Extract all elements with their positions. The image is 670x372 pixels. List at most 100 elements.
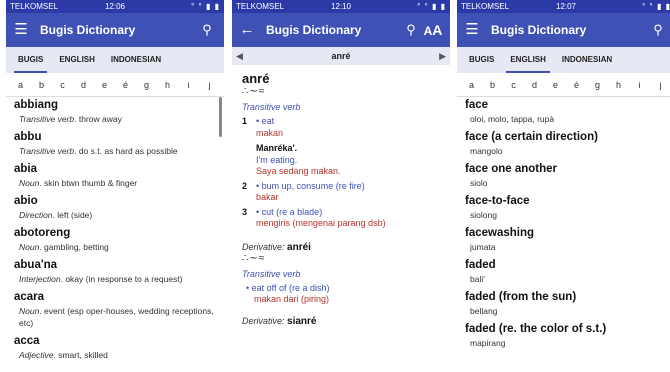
- entry-word: faded (re. the color of s.t.): [465, 323, 607, 335]
- letter-b[interactable]: b: [31, 80, 52, 90]
- entry-pos: Interjection: [19, 274, 61, 284]
- sense-indonesian: makan: [256, 127, 284, 138]
- entry-translation: mangolo: [470, 146, 503, 156]
- menu-icon[interactable]: ☰: [463, 13, 481, 47]
- letter-e-acute[interactable]: é: [566, 80, 587, 90]
- search-icon[interactable]: ⚲: [647, 13, 669, 47]
- example-bugis: Manréka'.: [256, 143, 298, 153]
- letter-g[interactable]: g: [587, 80, 608, 90]
- scrollbar[interactable]: [219, 97, 222, 137]
- entry-pos: Adjective: [19, 350, 54, 360]
- tab-english[interactable]: ENGLISH: [51, 47, 103, 73]
- next-entry-icon[interactable]: ▶: [439, 51, 446, 62]
- letter-e-acute[interactable]: é: [115, 80, 136, 90]
- letter-c[interactable]: c: [52, 80, 73, 90]
- sense-1: 1 eat makan: [242, 116, 440, 139]
- app-bar: ☰ Bugis Dictionary ⚲: [457, 13, 670, 47]
- list-item[interactable]: acara Noun. event (esp oper-houses, wedd…: [14, 290, 216, 333]
- language-tabs: BUGIS ENGLISH INDONESIAN: [457, 47, 670, 73]
- entry-word: abua'na: [14, 259, 57, 271]
- list-item[interactable]: acca Adjective. smart, skilled: [14, 334, 216, 365]
- previous-entry-icon[interactable]: ◀: [236, 51, 243, 62]
- list-item[interactable]: face (a certain direction) mangolo: [465, 130, 667, 161]
- tab-bugis[interactable]: BUGIS: [10, 47, 51, 73]
- search-icon[interactable]: ⚲: [400, 13, 422, 47]
- list-item[interactable]: faded (re. the color of s.t.) mapirang: [465, 322, 667, 353]
- entry-definition: Transitive verb. throw away: [14, 113, 216, 129]
- tab-english[interactable]: ENGLISH: [502, 47, 554, 73]
- letter-b[interactable]: b: [482, 80, 503, 90]
- letter-j[interactable]: j: [199, 80, 220, 90]
- letter-d[interactable]: d: [524, 80, 545, 90]
- entry-word: face-to-face: [465, 195, 530, 207]
- tab-bugis[interactable]: BUGIS: [461, 47, 502, 73]
- letter-c[interactable]: c: [503, 80, 524, 90]
- lontara-script: ∴∼≈: [242, 86, 266, 97]
- derivative-label: Derivative:: [242, 241, 285, 252]
- list-item[interactable]: face one another siolo: [465, 162, 667, 193]
- list-item[interactable]: abotoreng Noun. gambling, betting: [14, 226, 216, 257]
- derivative-word[interactable]: anréi: [287, 242, 311, 253]
- list-item[interactable]: abua'na Interjection. okay (in response …: [14, 258, 216, 289]
- sense-number: 1: [242, 116, 248, 126]
- alphabet-bar: a b c d e é g h i j: [457, 73, 670, 97]
- letter-i[interactable]: i: [178, 80, 199, 90]
- entry-gloss: . gambling, betting: [39, 242, 109, 252]
- entry-word: acara: [14, 291, 45, 303]
- status-bar: TELKOMSEL 12:06 ° ° ▮ ▮: [6, 0, 224, 13]
- search-icon[interactable]: ⚲: [196, 13, 218, 47]
- list-item[interactable]: face-to-face siolong: [465, 194, 667, 225]
- list-item[interactable]: faded bali': [465, 258, 667, 289]
- list-item[interactable]: abia Noun. skin btwn thumb & finger: [14, 162, 216, 193]
- letter-a[interactable]: a: [461, 80, 482, 90]
- letter-h[interactable]: h: [608, 80, 629, 90]
- entry-pos: Noun: [19, 242, 40, 252]
- letter-e[interactable]: e: [545, 80, 566, 90]
- list-item[interactable]: abbiang Transitive verb. throw away: [14, 98, 216, 129]
- entry-translation: oloi, molo, tappa, rupà: [470, 114, 555, 124]
- entry-definition: Interjection. okay (in response to a req…: [14, 273, 216, 289]
- list-item[interactable]: abio Direction. left (side): [14, 194, 216, 225]
- list-item[interactable]: faded (from the sun) bellang: [465, 290, 667, 321]
- example: Manréka'. I'm eating. Saya sedang makan.: [256, 143, 440, 178]
- font-size-icon[interactable]: AA: [422, 13, 444, 48]
- letter-i[interactable]: i: [629, 80, 650, 90]
- letter-h[interactable]: h: [157, 80, 178, 90]
- entry-gloss: . okay (in response to a request): [60, 274, 183, 284]
- app-bar: ☰ Bugis Dictionary ⚲: [6, 13, 224, 47]
- entry-word: faded (from the sun): [465, 291, 577, 303]
- entry-word: abbu: [14, 131, 42, 143]
- derivative-word[interactable]: sianré: [287, 316, 316, 327]
- entry-translation: bellang: [470, 306, 498, 316]
- entry-gloss: . throw away: [74, 114, 122, 124]
- entry-word: face one another: [465, 163, 558, 175]
- entry-word: abio: [14, 195, 38, 207]
- letter-j[interactable]: j: [650, 80, 670, 90]
- entry-translation: jumata: [470, 242, 496, 252]
- entry-list: face oloi, molo, tappa, rupà face (a cer…: [457, 98, 670, 353]
- letter-g[interactable]: g: [136, 80, 157, 90]
- app-bar: ← Bugis Dictionary ⚲ AA: [232, 13, 450, 47]
- entry-gloss: . event (esp oper-houses, wedding recept…: [19, 306, 214, 328]
- letter-e[interactable]: e: [94, 80, 115, 90]
- list-item[interactable]: abbu Transitive verb. do s.t. as hard as…: [14, 130, 216, 161]
- entry-gloss: . smart, skilled: [53, 350, 108, 360]
- letter-a[interactable]: a: [10, 80, 31, 90]
- entry-word: abia: [14, 163, 38, 175]
- status-bar: TELKOMSEL 12:07 ° ° ▮ ▮: [457, 0, 670, 13]
- entry-gloss: . do s.t. as hard as possible: [74, 146, 178, 156]
- list-item[interactable]: facewashing jumata: [465, 226, 667, 257]
- list-item[interactable]: face oloi, molo, tappa, rupà: [465, 98, 667, 129]
- entry-definition: Noun. skin btwn thumb & finger: [14, 177, 216, 193]
- clock: 12:06: [104, 2, 126, 11]
- letter-d[interactable]: d: [73, 80, 94, 90]
- tab-indonesian[interactable]: INDONESIAN: [103, 47, 169, 73]
- tab-indonesian[interactable]: INDONESIAN: [554, 47, 620, 73]
- back-arrow-icon[interactable]: ←: [238, 13, 256, 47]
- sense-english: bum up, consume (re fire): [256, 181, 440, 193]
- derivative-script: ∴∼≈: [242, 252, 266, 264]
- sense-indonesian: mengiris (mengenai parang dsb): [256, 218, 386, 228]
- entry-pos: Transitive verb: [19, 114, 75, 124]
- example-english: I'm eating.: [256, 154, 298, 165]
- menu-icon[interactable]: ☰: [12, 13, 30, 47]
